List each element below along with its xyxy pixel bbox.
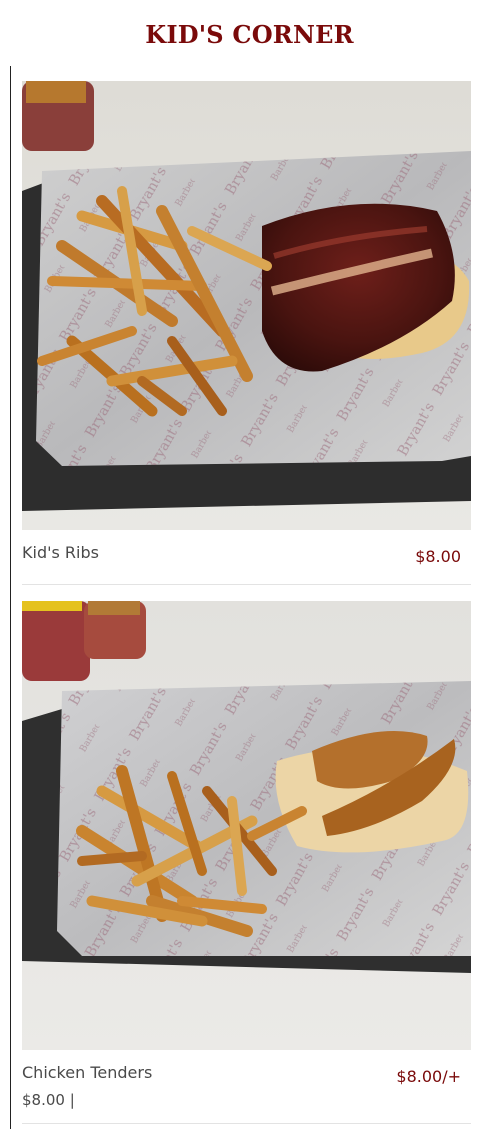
menu-item-divider (22, 584, 471, 585)
menu-item-variant-price: $8.00 | (22, 1091, 75, 1109)
menu-item-card[interactable]: Bryant's Barbeque (22, 81, 471, 585)
menu-item-price: $8.00 (415, 547, 461, 566)
menu-item-photo[interactable]: Bryant's Barbeque (22, 81, 471, 530)
menu-item-name[interactable]: Chicken Tenders (22, 1063, 152, 1082)
tenders-plate-photo: Bryant's Barbeque (22, 601, 471, 1050)
page-title: KID'S CORNER (145, 20, 354, 49)
menu-item-card[interactable]: Bryant's Barbeque (22, 601, 471, 1124)
menu-item-photo[interactable]: Bryant's Barbeque (22, 601, 471, 1050)
menu-item-divider (22, 1123, 471, 1124)
menu-item-price: $8.00/+ (396, 1067, 461, 1086)
left-border-rule (10, 66, 11, 1129)
ribs-plate-photo: Bryant's Barbeque (22, 81, 471, 530)
menu-item-name[interactable]: Kid's Ribs (22, 543, 99, 562)
